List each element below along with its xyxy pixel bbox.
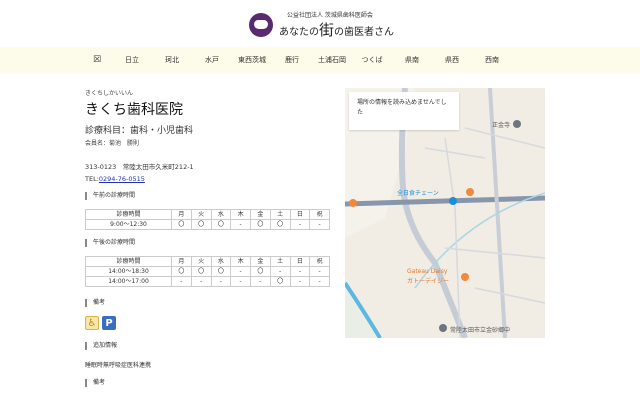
table-cell: 〇 [190, 219, 212, 230]
table-cell: 日 [289, 209, 311, 220]
table-header-row: 診療時間月火水木金土日祝 [85, 209, 330, 220]
table-cell: 水 [210, 209, 232, 220]
table-cell: 土 [269, 209, 291, 220]
table-cell: 火 [190, 209, 212, 220]
table-cell: 水 [210, 256, 232, 267]
map-label-shop1: Gateau Daisy [407, 268, 448, 275]
table-row: 14:00～18:30 〇〇〇 - 〇 - - - [85, 266, 330, 277]
region-nav: ☒ 日立 珂北 水戸 東西茨城 鹿行 土浦石岡 つくば 県南 県西 西南 [0, 47, 640, 73]
table-cell: 祝 [309, 256, 330, 267]
wheelchair-icon: ♿ [85, 316, 99, 330]
nav-item[interactable]: 西南 [472, 47, 512, 73]
table-cell: 14:00～17:00 [85, 276, 172, 287]
table-cell: 〇 [171, 266, 192, 277]
table-cell: 木 [230, 209, 251, 220]
table-cell: 火 [190, 256, 212, 267]
clinic-tel: TEL:0294-76-0515 [85, 175, 145, 183]
clinic-name: きくち歯科医院 [85, 102, 183, 118]
table-cell: - [269, 266, 291, 277]
table-cell: 金 [250, 209, 271, 220]
table-cell: - [309, 219, 330, 230]
table-cell: 〇 [210, 219, 232, 230]
table-cell: - [230, 219, 251, 230]
table-cell: 〇 [250, 219, 271, 230]
nav-item[interactable]: 日立 [112, 47, 152, 73]
parking-icon: P [102, 316, 116, 330]
table-cell: - [250, 276, 271, 287]
table-cell: - [210, 276, 232, 287]
table-cell: - [289, 266, 311, 277]
table-header-row: 診療時間月火水木金土日祝 [85, 256, 330, 267]
table-cell: 月 [171, 209, 192, 220]
nav-item[interactable]: 東西茨城 [232, 47, 272, 73]
table-cell: 診療時間 [85, 209, 172, 220]
table-cell: 〇 [190, 266, 212, 277]
table-cell: 日 [289, 256, 311, 267]
table-cell: - [230, 266, 251, 277]
table-cell: 〇 [250, 266, 271, 277]
nav-item[interactable]: つくば [352, 47, 392, 73]
nav-item[interactable]: 水戸 [192, 47, 232, 73]
nav-home-icon[interactable]: ☒ [82, 47, 112, 73]
table-cell: 〇 [269, 219, 291, 230]
table-cell: - [289, 219, 311, 230]
additional-heading: 追加情報 [85, 342, 335, 350]
nav-item[interactable]: 県南 [392, 47, 432, 73]
table-cell: 診療時間 [85, 256, 172, 267]
additional-text: 睡眠時無呼吸症医科連携 [85, 362, 152, 369]
map[interactable]: 場所の情報を読み込めませんでした 正金寺 全日食チェーン Gateau Dais… [345, 88, 545, 338]
nav-item[interactable]: 珂北 [152, 47, 192, 73]
table-cell: - [309, 266, 330, 277]
notes-heading: 備考 [85, 299, 335, 307]
table-cell: - [309, 276, 330, 287]
morning-hours-table: 診療時間月火水木金土日祝 9:00～12:30 〇〇〇 - 〇〇 - - [85, 209, 330, 230]
clinic-details: きくちしかいいん きくち歯科医院 診療科目：歯科・小児歯科 会員名：菊池 勝則 … [85, 88, 335, 387]
clinic-subjects: 診療科目：歯科・小児歯科 [85, 126, 194, 136]
site-title: あなたの街の歯医者さん [279, 21, 395, 39]
site-header: 公益社団法人 茨城県歯科医師会 あなたの街の歯医者さん [0, 0, 640, 46]
table-cell: 〇 [269, 276, 291, 287]
site-logo[interactable]: 公益社団法人 茨城県歯科医師会 あなたの街の歯医者さん [249, 10, 394, 40]
clinic-member: 会員名：菊池 勝則 [85, 140, 140, 147]
table-cell: 木 [230, 256, 251, 267]
logo-icon [249, 13, 273, 37]
nav-item[interactable]: 鹿行 [272, 47, 312, 73]
nav-item[interactable]: 県西 [432, 47, 472, 73]
table-cell: - [190, 276, 212, 287]
org-name: 公益社団法人 茨城県歯科医師会 [287, 12, 373, 19]
table-cell: 土 [269, 256, 291, 267]
clinic-address: 313-0123 常陸太田市久米町212-1 [85, 163, 194, 171]
table-cell: 月 [171, 256, 192, 267]
table-cell: 〇 [171, 219, 192, 230]
table-cell: - [289, 276, 311, 287]
morning-heading: 午前の診療時間 [85, 192, 335, 200]
table-cell: - [230, 276, 251, 287]
map-label-temple: 正金寺 [492, 122, 511, 129]
table-row: 14:00～17:00- - - - - 〇 - - [85, 276, 330, 287]
nav-item[interactable]: 土浦石岡 [312, 47, 352, 73]
table-row: 9:00～12:30 〇〇〇 - 〇〇 - - [85, 219, 330, 230]
table-cell: 〇 [210, 266, 232, 277]
clinic-kana: きくちしかいいん [85, 90, 134, 97]
table-cell: - [171, 276, 192, 287]
afternoon-heading: 午後の診療時間 [85, 239, 335, 247]
map-error-message: 場所の情報を読み込めませんでした [349, 92, 459, 130]
table-cell: 祝 [309, 209, 330, 220]
table-cell: 金 [250, 256, 271, 267]
tel-link[interactable]: 0294-76-0515 [99, 175, 145, 183]
table-cell: 9:00～12:30 [85, 219, 172, 230]
afternoon-hours-table: 診療時間月火水木金土日祝 14:00～18:30 〇〇〇 - 〇 - - -14:00～17:… [85, 256, 330, 287]
notes2-heading: 備考 [85, 379, 335, 387]
map-label-school: 常陸太田市立金砂郷中 [450, 327, 511, 334]
table-cell: 14:00～18:30 [85, 266, 172, 277]
map-label-store: 全日食チェーン [397, 190, 439, 197]
map-label-shop2: ガトーデイジー [407, 278, 450, 285]
